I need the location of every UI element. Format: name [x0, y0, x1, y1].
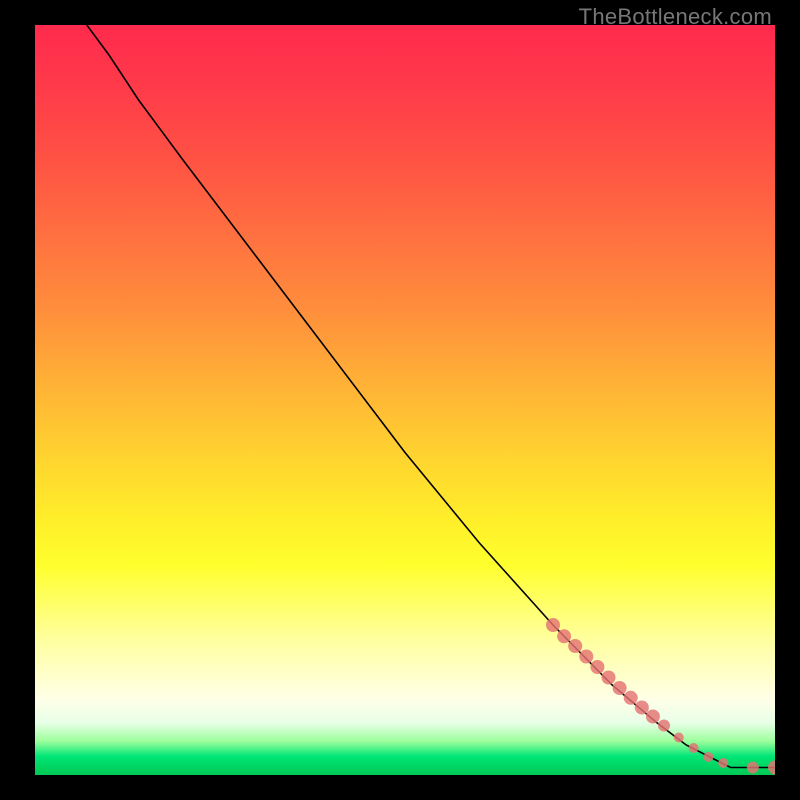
data-marker	[602, 671, 616, 685]
data-marker	[546, 618, 560, 632]
data-marker	[613, 681, 627, 695]
data-marker	[579, 650, 593, 664]
data-marker	[768, 761, 775, 775]
data-marker	[658, 720, 670, 732]
data-marker	[590, 660, 604, 674]
plot-area	[35, 25, 775, 775]
data-marker	[557, 629, 571, 643]
curve-line	[87, 25, 775, 768]
data-marker	[674, 733, 684, 743]
data-marker	[703, 752, 713, 762]
data-marker	[624, 691, 638, 705]
data-marker	[747, 762, 759, 774]
data-marker	[568, 639, 582, 653]
data-marker	[646, 710, 660, 724]
data-marker	[635, 701, 649, 715]
chart-svg	[35, 25, 775, 775]
data-marker	[718, 758, 728, 768]
marker-group	[546, 618, 775, 775]
chart-frame: TheBottleneck.com	[0, 0, 800, 800]
data-marker	[689, 743, 699, 753]
